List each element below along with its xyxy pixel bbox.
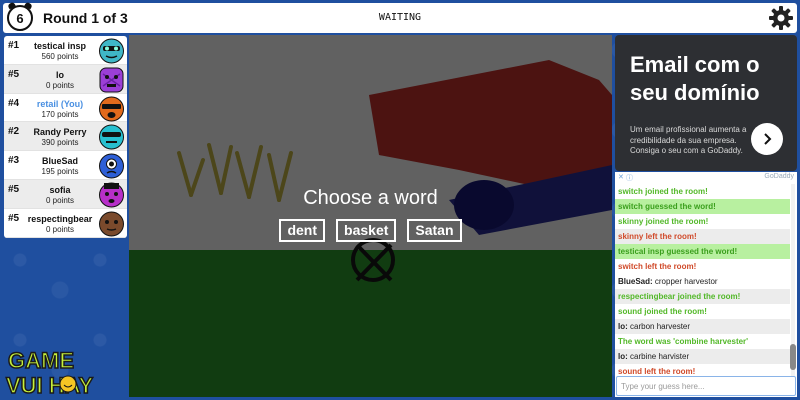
logo-line-2: VUI HAY	[6, 373, 94, 398]
guess-input[interactable]	[616, 376, 796, 396]
player-avatar	[99, 38, 124, 64]
chat-scrollbar[interactable]	[790, 184, 796, 376]
chat-message: The word was 'combine harvester'	[618, 337, 749, 346]
choose-word-prompt: Choose a word	[303, 187, 438, 209]
player-row[interactable]: #3 BlueSad 195 points	[4, 151, 127, 180]
player-name: lo	[56, 69, 64, 80]
player-name: sofia	[49, 184, 71, 195]
player-rank: #2	[8, 126, 20, 138]
ad-meta-bar: ✕ ⓘ GoDaddy	[615, 172, 797, 184]
player-rank: #5	[8, 68, 20, 80]
player-name: respectingbear	[27, 213, 93, 224]
chat-message: switch guessed the word!	[615, 199, 790, 214]
chat-message: lo: carbon harvester	[615, 319, 790, 334]
ad-brand: GoDaddy	[764, 173, 794, 180]
player-avatar	[99, 153, 124, 179]
chat-scrollbar-thumb[interactable]	[790, 344, 796, 370]
logo-line-1: GAME	[8, 348, 74, 373]
player-rank: #5	[8, 212, 20, 224]
word-choices: dent basket Satan	[129, 219, 612, 242]
player-points: 560 points	[41, 52, 79, 61]
player-avatar	[99, 67, 124, 93]
player-points: 0 points	[45, 195, 75, 205]
player-rank: #3	[8, 155, 20, 167]
chat-message: sound left the room!	[618, 367, 696, 376]
chat-message: respectingbear joined the room!	[615, 289, 790, 304]
player-list: #1 testical insp 560 points #5 lo 0 poin…	[4, 36, 127, 238]
chat-message: skinny left the room!	[615, 229, 790, 244]
player-points: 195 points	[41, 167, 79, 177]
player-avatar	[99, 96, 124, 122]
player-name-you: retail (You)	[36, 98, 84, 109]
player-name: testical insp	[33, 41, 87, 51]
chat-messages: switch joined the room! switch guessed t…	[615, 184, 790, 376]
player-name: Randy Perry	[33, 127, 87, 138]
player-row[interactable]: #5 lo 0 points	[4, 64, 127, 94]
player-points: 170 points	[41, 109, 79, 119]
advertisement[interactable]: Email com o seu domínio Um email profiss…	[615, 35, 797, 171]
ad-arrow-button[interactable]	[751, 123, 783, 155]
ad-body-text: Um email profissional aumenta a credibil…	[630, 125, 747, 155]
player-row[interactable]: #5 respectingbear 0 points	[4, 209, 127, 238]
player-avatar	[99, 124, 124, 150]
player-row[interactable]: #5 sofia 0 points	[4, 179, 127, 209]
chat-message: sound joined the room!	[618, 307, 707, 316]
chat-panel: ✕ ⓘ GoDaddy switch joined the room! swit…	[615, 172, 797, 397]
game-status: WAITING	[378, 12, 422, 23]
word-choice-button[interactable]: basket	[336, 219, 397, 242]
player-rank: #4	[8, 97, 20, 109]
chat-message: testical insp guessed the word!	[615, 244, 790, 259]
chat-message: BlueSad: cropper harvestor	[618, 277, 718, 286]
player-row[interactable]: #1 testical insp 560 points	[4, 36, 127, 65]
top-bar: 6 Round 1 of 3 WAITING	[3, 3, 797, 33]
chat-message: switch joined the room!	[618, 187, 708, 196]
player-points: 390 points	[41, 138, 79, 148]
word-choice-overlay	[129, 35, 612, 397]
chevron-right-icon	[764, 133, 772, 145]
settings-gear-icon[interactable]	[768, 5, 794, 31]
player-row[interactable]: #2 Randy Perry 390 points	[4, 122, 127, 152]
player-points: 0 points	[45, 80, 75, 90]
player-name: BlueSad	[41, 156, 78, 167]
player-rank: #5	[8, 183, 20, 195]
chat-message: lo: carbine harvister	[615, 349, 790, 364]
word-choice-button[interactable]: Satan	[407, 219, 462, 242]
ad-headline: Email com o seu domínio	[630, 52, 760, 105]
player-points: 0 points	[45, 224, 75, 234]
player-rank: #1	[8, 40, 20, 51]
game-logo: GAME VUI HAY	[4, 346, 128, 399]
player-row[interactable]: #4 retail (You) 170 points	[4, 94, 127, 123]
chat-message: skinny joined the room!	[618, 217, 709, 226]
word-choice-button[interactable]: dent	[279, 219, 326, 242]
player-avatar	[99, 182, 124, 208]
player-avatar	[99, 211, 124, 237]
chat-message: switch left the room!	[618, 262, 697, 271]
ad-info-icon[interactable]: ⓘ	[626, 173, 633, 183]
drawing-canvas[interactable]: Choose a word dent basket Satan	[129, 35, 612, 397]
ad-close-icon[interactable]: ✕	[618, 173, 624, 181]
